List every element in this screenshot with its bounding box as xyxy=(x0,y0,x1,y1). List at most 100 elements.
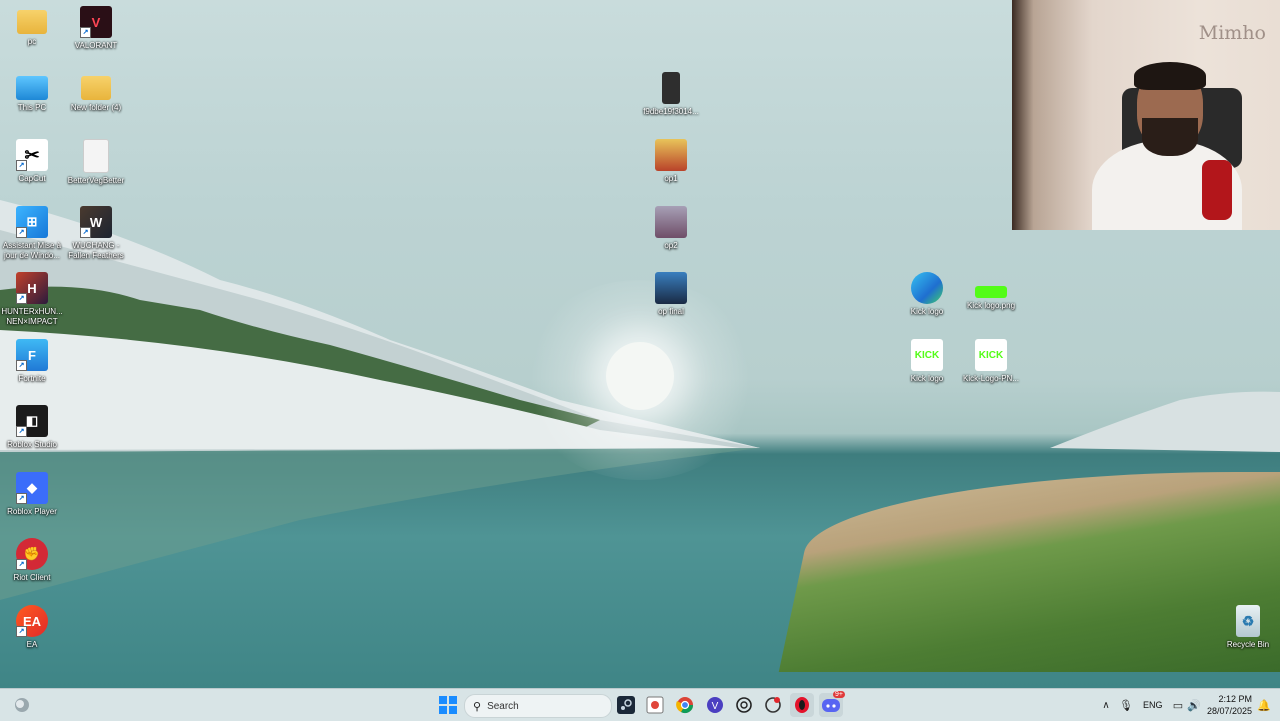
file-icon xyxy=(83,139,109,173)
desktop-icon-kick-logo-2[interactable]: KICK Kick logo xyxy=(895,339,959,384)
widgets-weather-icon[interactable] xyxy=(10,693,34,717)
folder-icon xyxy=(17,10,47,34)
webcam-overlay: Mimho xyxy=(1012,0,1280,230)
sun xyxy=(606,342,674,410)
search-icon: ⚲ xyxy=(473,700,482,713)
taskbar: ⚲ Search V 9+ ∧ 🎙 ENG ▭ 🔊 2:12 PM 28/07/… xyxy=(0,688,1280,721)
folder-icon xyxy=(81,76,111,100)
icon-label: CapCut xyxy=(18,174,46,183)
kick-logo-icon xyxy=(975,286,1007,298)
fortnite-icon: F ↗ xyxy=(16,339,48,371)
shortcut-arrow-icon: ↗ xyxy=(16,493,27,504)
image-thumbnail-icon xyxy=(655,139,687,171)
desktop-icon-ea[interactable]: EA ↗ EA xyxy=(0,605,64,650)
icon-label: pc xyxy=(27,37,37,46)
icon-label: This PC xyxy=(17,103,47,112)
desktop-icon-roblox-player[interactable]: ◆ ↗ Roblox Player xyxy=(0,472,64,517)
notification-badge: 9+ xyxy=(833,691,845,698)
shortcut-arrow-icon: ↗ xyxy=(16,426,27,437)
icon-label: EA xyxy=(26,640,38,649)
icon-label: Kick logo xyxy=(910,374,944,383)
roblox-studio-icon: ◧ ↗ xyxy=(16,405,48,437)
desktop-icon-this-pc[interactable]: This PC xyxy=(0,72,64,113)
desktop-icon-fortnite[interactable]: F ↗ Fortnite xyxy=(0,339,64,384)
microphone-icon[interactable]: 🎙 xyxy=(1114,693,1138,717)
desktop-icon-recycle-bin[interactable]: ♻ Recycle Bin xyxy=(1216,605,1280,650)
obs-taskbar-button[interactable] xyxy=(761,693,785,717)
desktop-icon-op-final[interactable]: op final xyxy=(639,272,703,317)
edge-icon xyxy=(911,272,943,304)
icon-label: Riot Client xyxy=(13,573,51,582)
start-button[interactable] xyxy=(436,693,460,717)
volume-icon[interactable]: 🔊 xyxy=(1182,693,1206,717)
person-hair xyxy=(1134,62,1206,90)
shortcut-arrow-icon: ↗ xyxy=(16,160,27,171)
notifications-bell-icon[interactable]: 🔔 xyxy=(1252,693,1276,717)
icon-label: op final xyxy=(658,307,684,316)
vpn-taskbar-button[interactable]: V xyxy=(703,693,727,717)
desktop-icon-riot[interactable]: ✊ ↗ Riot Client xyxy=(0,538,64,583)
steam-icon xyxy=(617,696,635,714)
svg-text:V: V xyxy=(712,701,719,712)
icon-label: New folder (4) xyxy=(70,103,122,112)
shortcut-arrow-icon: ↗ xyxy=(16,626,27,637)
icon-label: f9dbe19f3014... xyxy=(643,107,699,116)
desktop-icon-valorant[interactable]: V ↗ VALORANT xyxy=(64,6,128,51)
desktop-icon-op2[interactable]: op2 xyxy=(639,206,703,251)
icon-label: Roblox Player xyxy=(7,507,57,516)
desktop-icon-pc[interactable]: pc xyxy=(0,6,64,47)
shortcut-arrow-icon: ↗ xyxy=(16,360,27,371)
image-thumbnail-icon xyxy=(655,206,687,238)
image-thumbnail-icon xyxy=(662,72,680,104)
recycle-bin-icon: ♻ xyxy=(1236,605,1260,637)
desktop-icon-wuchang[interactable]: W ↗ WUCHANG - Fallen Feathers xyxy=(64,206,128,261)
desktop-icon-bettervoid[interactable]: BetterVegBetter xyxy=(64,139,128,186)
windows-logo-icon xyxy=(439,696,457,714)
riot-fist-icon: ✊ ↗ xyxy=(16,538,48,570)
icon-label: Recycle Bin xyxy=(1226,640,1270,649)
icon-label: Kick logo xyxy=(910,307,944,316)
desktop-icon-op1[interactable]: op1 xyxy=(639,139,703,184)
icon-label: Assistant Mise à jour de Windo... xyxy=(2,241,62,260)
desktop-icon-kick-logo-edge[interactable]: Kick logo xyxy=(895,272,959,317)
opera-gx-taskbar-button[interactable] xyxy=(790,693,814,717)
chrome-taskbar-button[interactable] xyxy=(673,693,697,717)
icon-label: Fortnite xyxy=(18,374,46,383)
desktop-icon-kick-logo-jpg[interactable]: Kick logo.png xyxy=(959,272,1023,311)
desktop-icon-roblox-studio[interactable]: ◧ ↗ Roblox Studio xyxy=(0,405,64,450)
snipping-tool-icon xyxy=(646,696,664,714)
icon-label: WUCHANG - Fallen Feathers xyxy=(68,241,124,260)
hunterxhunter-icon: H ↗ xyxy=(16,272,48,304)
icon-label: Kick-Logo-PN... xyxy=(962,374,1020,383)
roblox-player-icon: ◆ ↗ xyxy=(16,472,48,504)
person-beard xyxy=(1142,118,1198,156)
image-thumbnail-icon xyxy=(655,272,687,304)
desktop-icon-assistant[interactable]: ⊞ ↗ Assistant Mise à jour de Windo... xyxy=(0,206,64,261)
desktop-icon-image-file[interactable]: f9dbe19f3014... xyxy=(639,72,703,117)
ea-icon: EA ↗ xyxy=(16,605,48,637)
language-indicator[interactable]: ENG xyxy=(1143,700,1163,710)
desktop-icon-hunterxhunter[interactable]: H ↗ HUNTERxHUN... NEN×IMPACT xyxy=(0,272,64,327)
clock-time[interactable]: 2:12 PM xyxy=(1210,694,1252,704)
v-app-icon: V xyxy=(707,697,723,713)
shortcut-arrow-icon: ↗ xyxy=(16,293,27,304)
chatgpt-taskbar-button[interactable] xyxy=(732,693,756,717)
steam-taskbar-button[interactable] xyxy=(614,693,638,717)
shortcut-arrow-icon: ↗ xyxy=(80,27,91,38)
chatgpt-icon xyxy=(736,697,752,713)
desktop-icon-kick-logo-png[interactable]: KICK Kick-Logo-PN... xyxy=(959,339,1023,384)
icon-label: VALORANT xyxy=(74,41,118,50)
wuchang-icon: W ↗ xyxy=(80,206,112,238)
desktop-icon-new-folder[interactable]: New folder (4) xyxy=(64,72,128,113)
discord-taskbar-button[interactable]: 9+ xyxy=(819,691,845,717)
icon-label: op2 xyxy=(664,241,678,250)
icon-label: Roblox Studio xyxy=(7,440,57,449)
shortcut-arrow-icon: ↗ xyxy=(16,559,27,570)
discord-icon xyxy=(822,699,840,712)
snipping-tool-taskbar-button[interactable] xyxy=(643,693,667,717)
clock-date[interactable]: 28/07/2025 xyxy=(1206,706,1252,716)
desktop-icon-capcut[interactable]: ✂ ↗ CapCut xyxy=(0,139,64,184)
shortcut-arrow-icon: ↗ xyxy=(80,227,91,238)
taskbar-search[interactable]: ⚲ Search xyxy=(464,694,612,718)
windows-update-icon: ⊞ ↗ xyxy=(16,206,48,238)
